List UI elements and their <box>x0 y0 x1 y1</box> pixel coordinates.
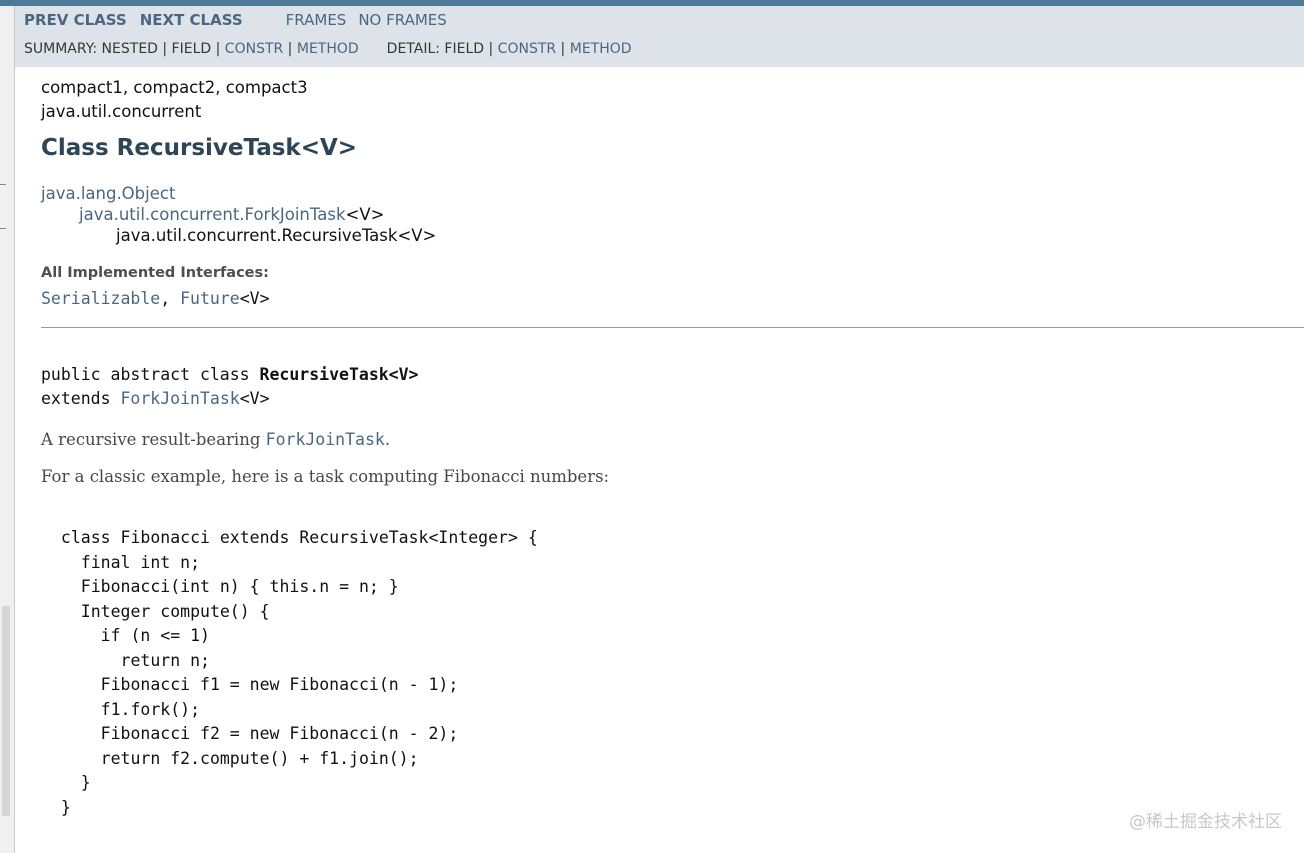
class-doc-content: compact1, compact2, compact3 java.util.c… <box>41 78 1304 820</box>
signature-superclass-link[interactable]: ForkJoinTask <box>120 389 239 408</box>
detail-group: DETAIL: FIELD | CONSTR | METHOD <box>387 41 632 57</box>
next-class-link[interactable]: NEXT CLASS <box>140 11 243 29</box>
watermark: @稀土掘金技术社区 <box>1129 812 1282 832</box>
example-intro: For a classic example, here is a task co… <box>41 467 610 486</box>
implemented-interfaces-label: All Implemented Interfaces: <box>41 265 269 281</box>
signature-extends: extends <box>41 389 121 408</box>
gutter-tick <box>0 228 6 229</box>
type-parameter: <V> <box>239 289 270 308</box>
implemented-interfaces-list: Serializable, Future<V> <box>41 289 1304 308</box>
description-text: A recursive result-bearing <box>41 430 266 449</box>
frames-link[interactable]: FRAMES <box>286 11 347 29</box>
gutter-tick <box>0 184 6 185</box>
summary-label: SUMMARY: NESTED | FIELD | <box>24 41 225 57</box>
summary-method-link[interactable]: METHOD <box>297 41 359 57</box>
inheritance-tree: java.lang.Object java.util.concurrent.Fo… <box>41 183 1304 246</box>
class-description: A recursive result-bearing ForkJoinTask. <box>41 430 1304 449</box>
object-class-link[interactable]: java.lang.Object <box>41 184 175 203</box>
section-divider <box>41 327 1304 328</box>
top-navigation-bar: PREV CLASS NEXT CLASS FRAMES NO FRAMES SUMM… <box>15 6 1304 67</box>
signature-class-name: RecursiveTask<V> <box>259 365 419 384</box>
detail-method-link[interactable]: METHOD <box>570 41 632 57</box>
type-parameter: <V> <box>345 205 385 224</box>
summary-detail-row: SUMMARY: NESTED | FIELD | CONSTR | METHO… <box>24 41 632 57</box>
no-frames-link[interactable]: NO FRAMES <box>358 11 446 29</box>
nav-links-row: PREV CLASS NEXT CLASS FRAMES NO FRAMES <box>24 11 447 29</box>
package-name: java.util.concurrent <box>41 102 202 121</box>
page-title: Class RecursiveTask<V> <box>41 135 358 161</box>
summary-separator: | <box>283 41 297 57</box>
description-period: . <box>384 430 391 449</box>
detail-constr-link[interactable]: CONSTR <box>498 41 556 57</box>
code-example: class Fibonacci extends RecursiveTask<In… <box>60 528 538 817</box>
detail-label: DETAIL: FIELD | <box>386 41 498 57</box>
type-parameter: <V> <box>239 389 270 408</box>
interface-separator: , <box>160 289 181 308</box>
current-class-name: java.util.concurrent.RecursiveTask<V> <box>116 226 437 245</box>
description-forkjointask-link[interactable]: ForkJoinTask <box>266 430 385 449</box>
class-signature: public abstract class RecursiveTask<V> e… <box>41 363 1304 411</box>
signature-modifiers: public abstract class <box>41 365 260 384</box>
prev-class-link[interactable]: PREV CLASS <box>24 11 127 29</box>
gutter-scrollbar[interactable] <box>2 606 10 816</box>
detail-separator: | <box>556 41 570 57</box>
forkjointask-class-link[interactable]: java.util.concurrent.ForkJoinTask <box>79 205 346 224</box>
serializable-link[interactable]: Serializable <box>41 289 160 308</box>
left-frame-gutter <box>0 6 15 853</box>
summary-constr-link[interactable]: CONSTR <box>225 41 283 57</box>
future-link[interactable]: Future <box>180 289 240 308</box>
compact-profiles: compact1, compact2, compact3 <box>41 78 308 97</box>
